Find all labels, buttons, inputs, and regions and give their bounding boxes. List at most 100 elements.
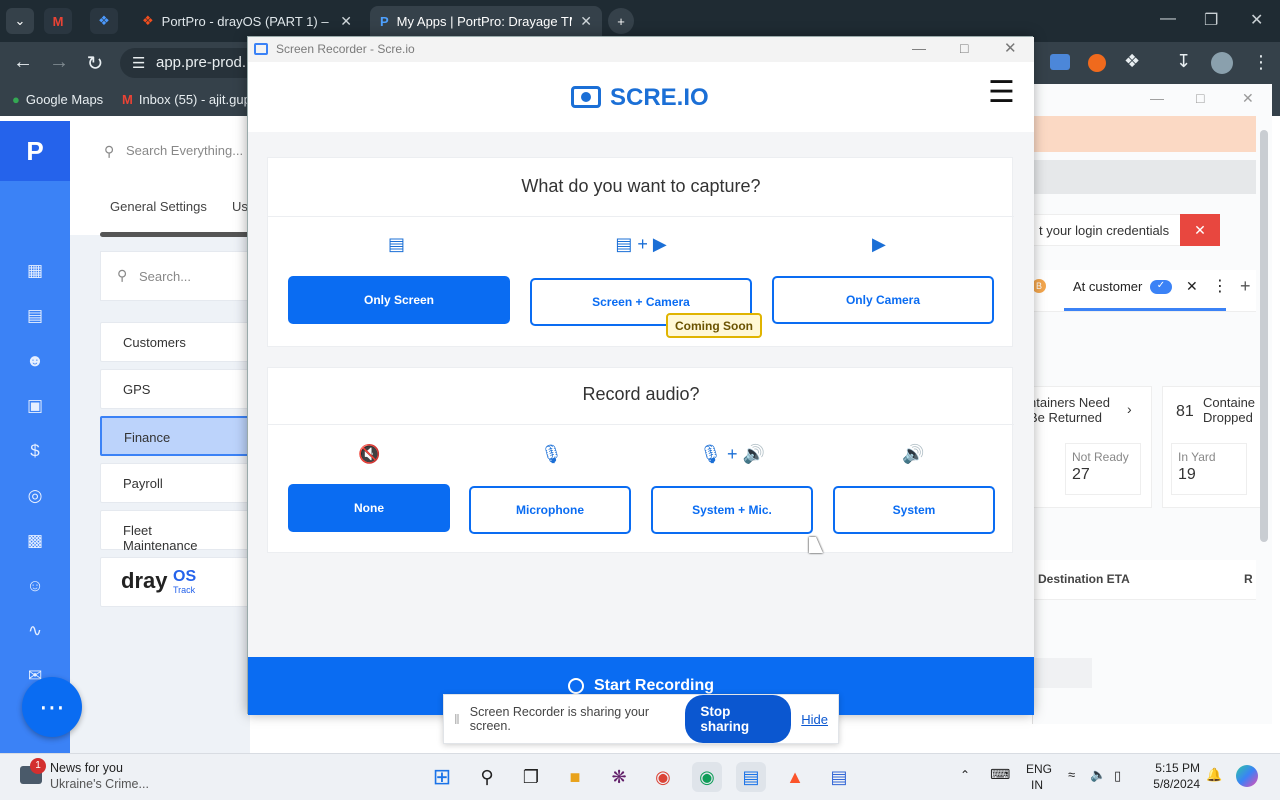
chrome-profile-icon[interactable]: ◉: [692, 762, 722, 792]
close-tab-icon[interactable]: ✕: [340, 13, 352, 30]
back-icon[interactable]: ←: [10, 51, 36, 74]
globe-icon[interactable]: ◎: [22, 483, 48, 509]
reload-icon[interactable]: ↻: [82, 51, 108, 76]
add-tab-icon[interactable]: +: [1240, 276, 1251, 297]
clock-time[interactable]: 5:15 PM: [1150, 761, 1200, 775]
bookmark-google-maps[interactable]: ● Google Maps: [12, 92, 103, 107]
bus-icon[interactable]: ▩: [22, 528, 48, 554]
global-search-input[interactable]: Search Everything...: [126, 143, 243, 158]
site-settings-icon[interactable]: ☰: [132, 54, 145, 72]
clock-date[interactable]: 5/8/2024: [1146, 777, 1200, 791]
tab-more-icon[interactable]: ⋮: [1212, 276, 1228, 296]
record-circle-icon: [567, 678, 584, 694]
close-window-icon[interactable]: ✕: [1004, 39, 1017, 57]
menu-item-customers[interactable]: Customers: [100, 322, 250, 362]
minimize-icon[interactable]: —: [1160, 10, 1176, 28]
notifications-bell-icon[interactable]: 🔔: [1206, 767, 1222, 783]
close-window-icon[interactable]: ✕: [1242, 90, 1254, 107]
camera-icon: ▶: [872, 234, 886, 254]
column-destination-eta[interactable]: Destination ETA: [1038, 572, 1130, 586]
menu-search-input[interactable]: Search...: [139, 269, 191, 284]
hamburger-menu-icon[interactable]: ☰: [988, 78, 1015, 108]
minimize-icon[interactable]: —: [912, 40, 926, 56]
brave-icon[interactable]: ▲: [780, 762, 810, 792]
news-subtitle[interactable]: Ukraine's Crime...: [50, 777, 149, 791]
only-screen-button[interactable]: Only Screen: [288, 276, 510, 324]
chevron-up-icon[interactable]: ⌃: [960, 768, 970, 782]
close-tab-icon[interactable]: ✕: [580, 13, 592, 30]
audio-system-button[interactable]: System: [833, 486, 995, 534]
tab-general-settings[interactable]: General Settings: [110, 199, 207, 214]
audio-none-button[interactable]: None: [288, 484, 450, 532]
capture-question: What do you want to capture?: [521, 176, 761, 196]
browser-menu-icon[interactable]: ⋮: [1252, 52, 1270, 73]
download-icon[interactable]: ↧: [1176, 51, 1191, 72]
restore-icon[interactable]: □: [1196, 90, 1204, 106]
volume-icon[interactable]: 🔈: [1090, 767, 1106, 783]
close-window-icon[interactable]: ✕: [1250, 10, 1263, 30]
only-camera-button[interactable]: Only Camera: [772, 276, 994, 324]
summary-card-dropped[interactable]: 81 Containe Dropped In Yard 19: [1162, 386, 1262, 508]
scrollbar[interactable]: [1260, 130, 1268, 542]
new-tab-button[interactable]: +: [608, 8, 634, 34]
region-label[interactable]: IN: [1031, 778, 1043, 792]
app-logo[interactable]: P: [0, 121, 70, 181]
file-explorer-icon[interactable]: ■: [560, 762, 590, 792]
close-alert-button[interactable]: ✕: [1180, 214, 1220, 246]
menu-item-fleet-maintenance[interactable]: Fleet Maintenance: [100, 510, 250, 553]
tab-my-apps[interactable]: P My Apps | PortPro: Drayage TM ✕: [370, 6, 602, 36]
forward-icon[interactable]: →: [46, 51, 72, 74]
hide-sharing-bar-link[interactable]: Hide: [801, 712, 828, 727]
remove-tab-icon[interactable]: ✕: [1186, 278, 1198, 295]
restore-icon[interactable]: ❐: [1204, 10, 1218, 30]
chrome-icon[interactable]: ◉: [648, 762, 678, 792]
drag-handle-icon[interactable]: ‖: [454, 711, 460, 727]
copilot-icon[interactable]: [1236, 765, 1258, 787]
tab-at-customer[interactable]: At customer: [1073, 279, 1142, 294]
users-icon[interactable]: ☻: [22, 348, 48, 374]
chevron-right-icon[interactable]: ›: [1127, 401, 1132, 417]
audio-microphone-button[interactable]: Microphone: [469, 486, 631, 534]
windows-start-icon[interactable]: ⊞: [427, 762, 457, 792]
map-icon[interactable]: ▦: [22, 258, 48, 284]
tab-users[interactable]: Us: [232, 199, 248, 214]
extensions-icon[interactable]: ❖: [1124, 51, 1140, 72]
screen-recorder-extension-icon[interactable]: [1050, 54, 1070, 70]
news-title[interactable]: News for you: [50, 761, 123, 775]
monitor-icon[interactable]: ▤: [22, 303, 48, 329]
dollar-icon[interactable]: $: [22, 438, 48, 464]
bookmark-inbox[interactable]: M Inbox (55) - ajit.gup: [122, 92, 251, 107]
menu-search-box[interactable]: ⚲ Search...: [100, 251, 250, 301]
tabs-scrollbar[interactable]: [100, 232, 250, 237]
task-view-icon[interactable]: ❐: [516, 762, 546, 792]
keyboard-icon[interactable]: ⌨: [990, 766, 1010, 783]
menu-item-finance[interactable]: Finance: [100, 416, 250, 456]
store-icon[interactable]: ▣: [22, 393, 48, 419]
column-header-truncated[interactable]: R: [1244, 572, 1253, 586]
activity-icon[interactable]: ∿: [22, 618, 48, 644]
menu-item-payroll[interactable]: Payroll: [100, 463, 250, 503]
tab-figma[interactable]: ❖ PortPro - drayOS (PART 1) – Fig ✕: [132, 6, 362, 36]
restore-icon[interactable]: □: [960, 40, 968, 56]
chat-support-button[interactable]: ⋯: [22, 677, 82, 737]
summary-card-returned[interactable]: ntainers Need Be Returned › Not Ready 27: [1029, 386, 1152, 508]
stop-sharing-button[interactable]: Stop sharing: [685, 695, 792, 743]
brave-extension-icon[interactable]: [1088, 54, 1106, 72]
screen-logo-icon: [571, 86, 601, 108]
menu-item-gps[interactable]: GPS: [100, 369, 250, 409]
audio-system-mic-button[interactable]: System + Mic.: [651, 486, 813, 534]
battery-icon[interactable]: ▯: [1114, 768, 1121, 784]
user-settings-icon[interactable]: ☺: [22, 573, 48, 599]
profile-avatar[interactable]: [1211, 52, 1233, 74]
wifi-icon[interactable]: ≈: [1068, 767, 1075, 782]
slack-icon[interactable]: ❋: [604, 762, 634, 792]
tab-list-button[interactable]: ⌄: [6, 8, 34, 34]
jira-pinned-tab[interactable]: ❖: [90, 8, 118, 34]
close-icon: ✕: [1194, 221, 1206, 238]
gmail-pinned-tab[interactable]: M: [44, 8, 72, 34]
remote-desktop-icon[interactable]: ▤: [824, 762, 854, 792]
screen-recorder-taskbar-icon[interactable]: ▤: [736, 762, 766, 792]
search-icon[interactable]: ⚲: [472, 762, 502, 792]
language-label[interactable]: ENG: [1026, 762, 1052, 776]
minimize-icon[interactable]: —: [1150, 90, 1164, 106]
